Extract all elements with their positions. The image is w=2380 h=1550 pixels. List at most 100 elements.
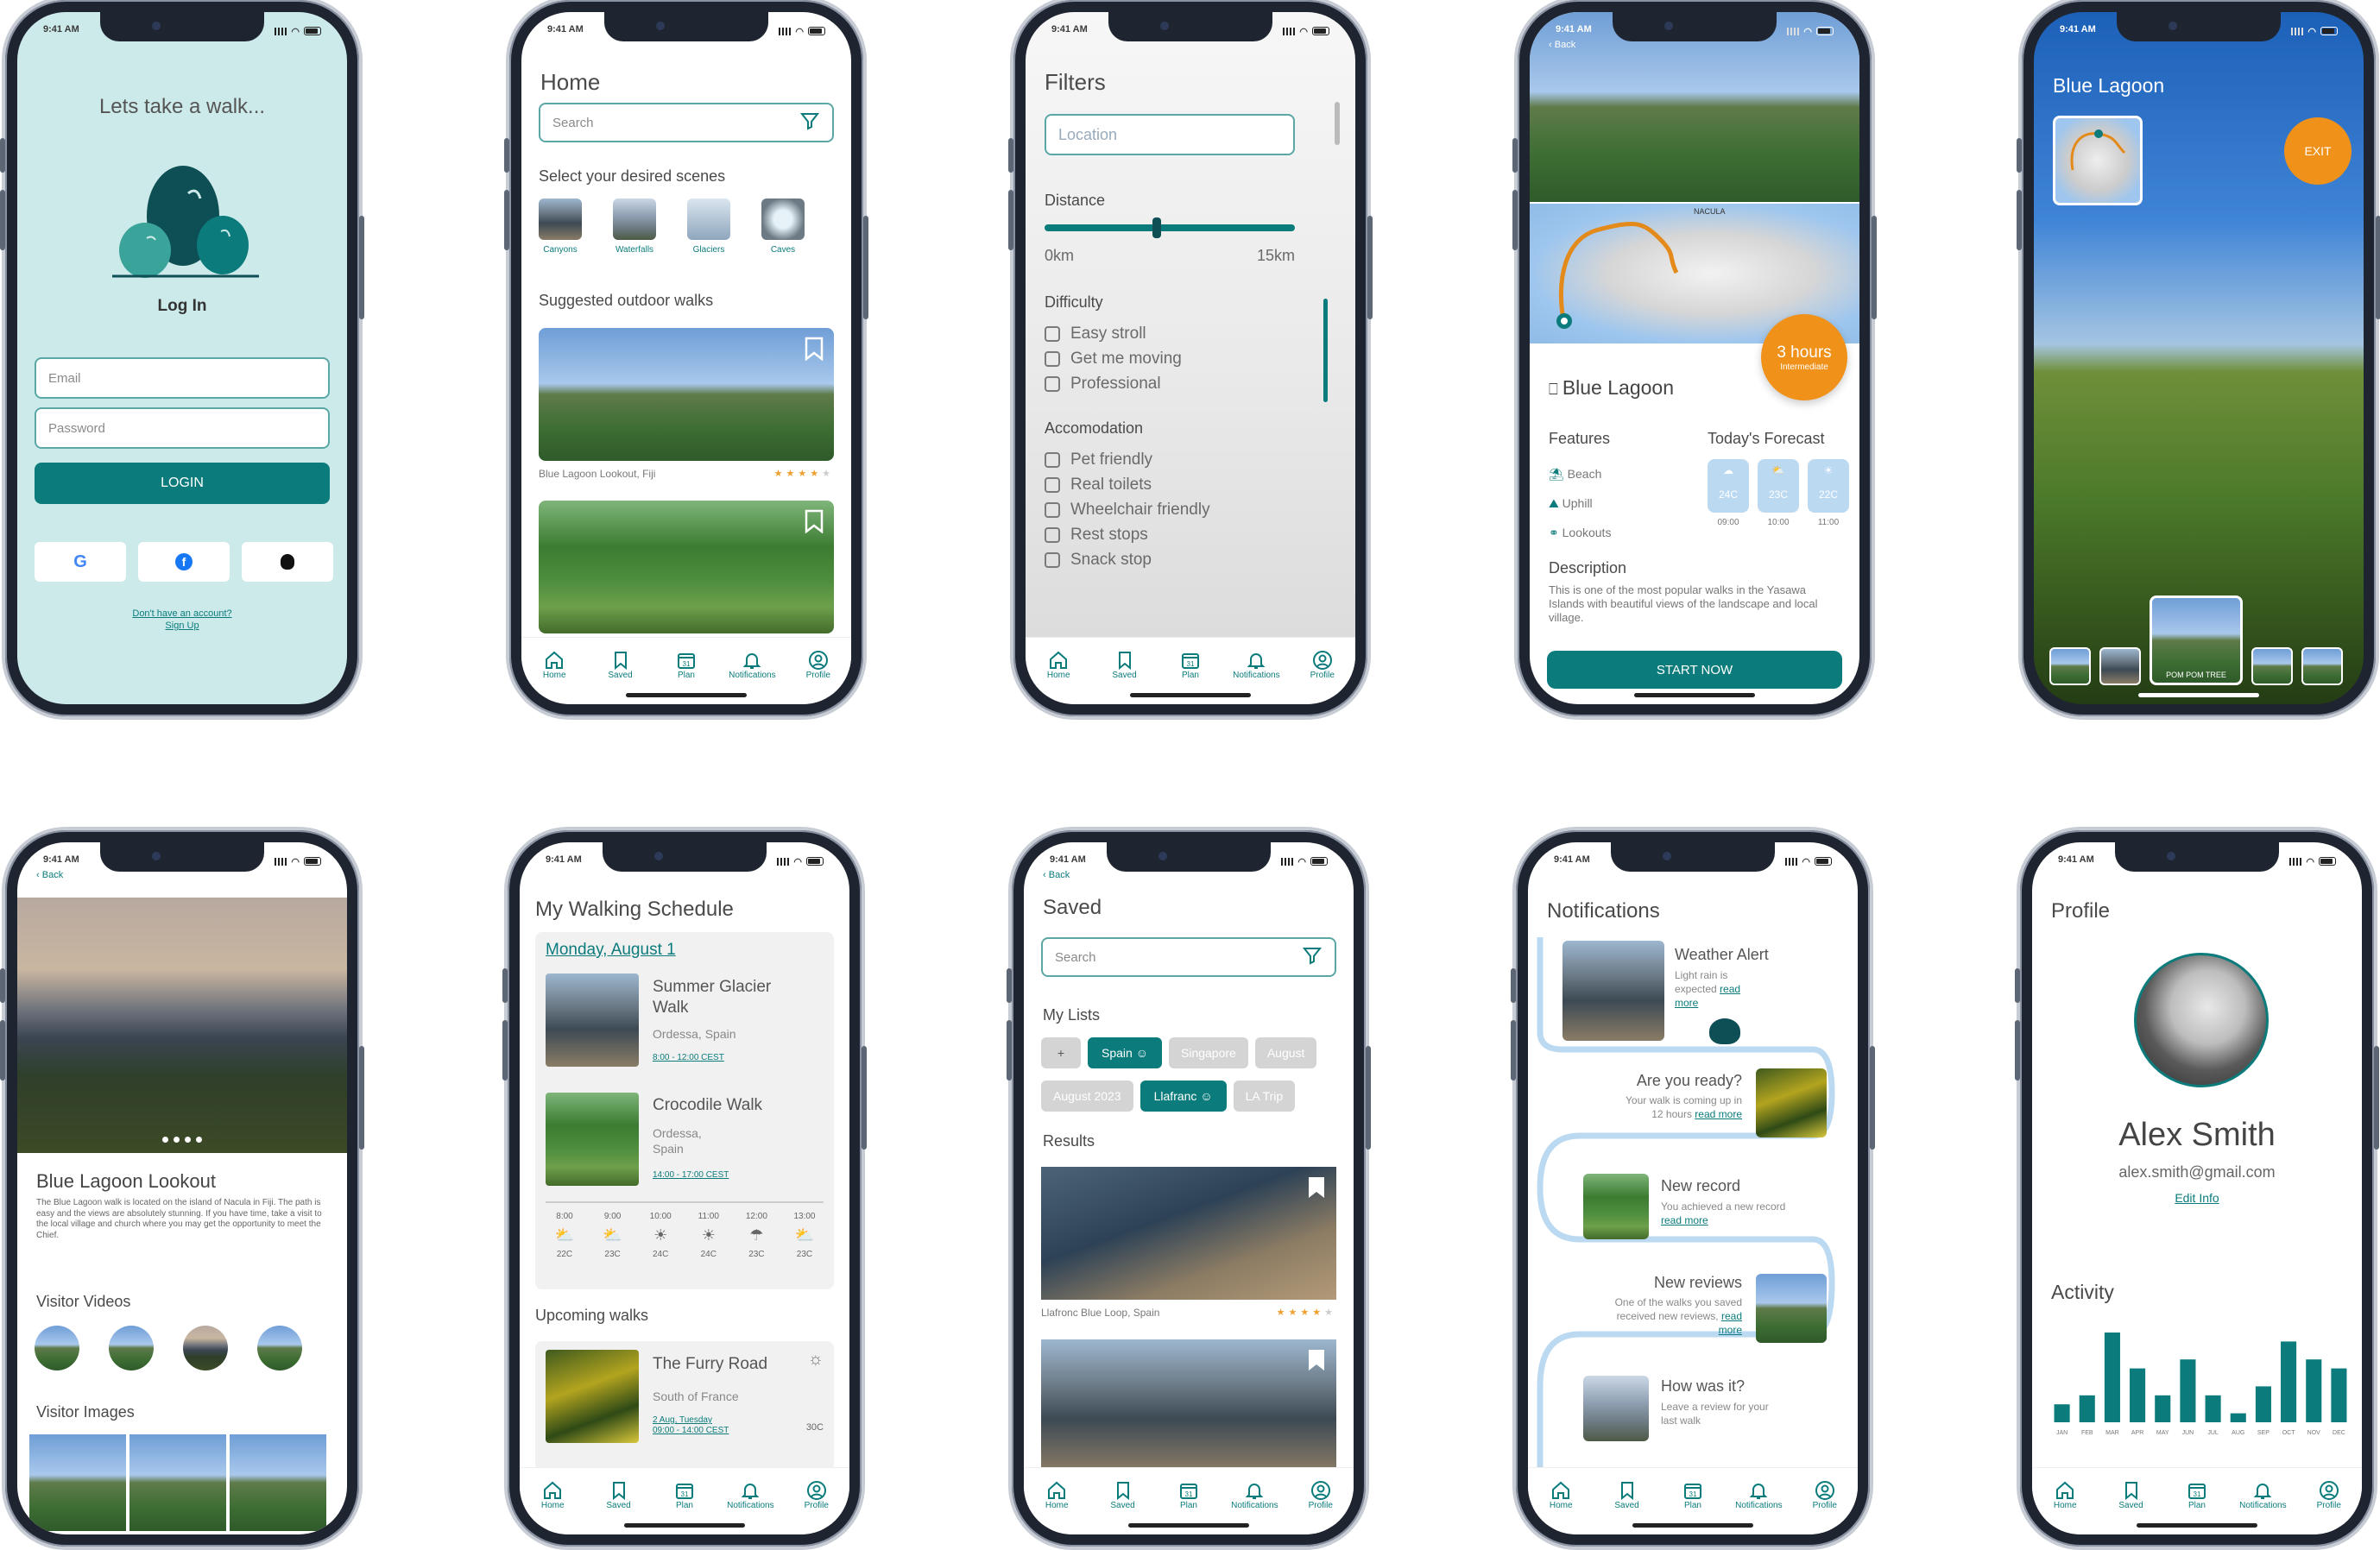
status-time: 9:41 AM bbox=[43, 24, 79, 35]
notification-item[interactable]: Are you ready? Your walk is coming up in… bbox=[1540, 1068, 1827, 1141]
list-chip[interactable]: Singapore bbox=[1169, 1037, 1248, 1068]
notification-image bbox=[1756, 1274, 1827, 1343]
home-icon bbox=[1048, 650, 1069, 671]
list-chip[interactable]: LA Trip bbox=[1233, 1081, 1296, 1112]
walk-image[interactable] bbox=[546, 1093, 639, 1186]
status-time: 9:41 AM bbox=[2060, 24, 2096, 35]
walk-time[interactable]: 09:00 - 14:00 CEST bbox=[653, 1426, 729, 1435]
notification-item[interactable]: Weather Alert Light rain is expected rea… bbox=[1562, 941, 1846, 1044]
result-image[interactable] bbox=[1041, 1167, 1336, 1300]
back-button[interactable]: ‹ Back bbox=[1549, 40, 1575, 50]
exit-button[interactable]: EXIT bbox=[2284, 117, 2352, 185]
checkbox-wheelchair[interactable]: Wheelchair friendly bbox=[1045, 497, 1210, 522]
tab-home[interactable]: Home bbox=[527, 1480, 578, 1534]
tab-profile[interactable]: Profile bbox=[792, 650, 844, 704]
facebook-button[interactable]: f bbox=[138, 542, 230, 582]
notification-item[interactable]: New record You achieved a new record rea… bbox=[1562, 1174, 1846, 1243]
checkbox-rest[interactable]: Rest stops bbox=[1045, 522, 1210, 547]
scroll-indicator[interactable] bbox=[1323, 299, 1328, 402]
scene-canyons[interactable]: Canyons bbox=[539, 198, 582, 255]
tab-profile[interactable]: Profile bbox=[791, 1480, 843, 1534]
tab-home[interactable]: Home bbox=[528, 650, 580, 704]
activity-month-label: JUN bbox=[2182, 1430, 2194, 1436]
list-chip[interactable]: August 2023 bbox=[1041, 1081, 1133, 1112]
google-button[interactable]: G bbox=[35, 542, 126, 582]
upcoming-card[interactable]: The Furry Road ☼ South of France 2 Aug, … bbox=[535, 1341, 834, 1471]
password-field[interactable]: Password bbox=[35, 407, 330, 449]
search-input[interactable]: Search bbox=[539, 103, 834, 142]
visitor-image[interactable] bbox=[129, 1434, 226, 1531]
activity-label: Activity bbox=[2051, 1281, 2114, 1303]
status-time: 9:41 AM bbox=[1051, 24, 1088, 35]
tab-profile[interactable]: Profile bbox=[1295, 1480, 1347, 1534]
scene-caves[interactable]: Caves bbox=[761, 198, 805, 255]
walk-date[interactable]: 2 Aug, Tuesday bbox=[653, 1415, 712, 1425]
visitor-image[interactable] bbox=[29, 1434, 126, 1531]
phone-notifications: 9:41 AM ◠ Notifications Weather Alert Lig… bbox=[1511, 830, 1875, 1547]
mini-map[interactable] bbox=[2053, 116, 2143, 205]
scrollbar[interactable] bbox=[1335, 102, 1340, 145]
tab-profile[interactable]: Profile bbox=[1297, 650, 1348, 704]
walk-time[interactable]: 14:00 - 17:00 CEST bbox=[653, 1170, 729, 1180]
apple-button[interactable] bbox=[242, 542, 333, 582]
location-input[interactable]: Location bbox=[1045, 114, 1295, 155]
visitor-image[interactable] bbox=[230, 1434, 326, 1531]
avatar[interactable] bbox=[2134, 953, 2269, 1087]
tab-home[interactable]: Home bbox=[1535, 1480, 1587, 1534]
poi-thumb[interactable] bbox=[2251, 647, 2293, 685]
poi-thumb[interactable] bbox=[2099, 647, 2141, 685]
sign-up-link[interactable]: Sign Up bbox=[17, 620, 347, 632]
tab-profile[interactable]: Profile bbox=[2303, 1480, 2355, 1534]
walk-image[interactable] bbox=[546, 1350, 639, 1443]
list-chip[interactable]: August bbox=[1254, 1037, 1317, 1068]
walk-card-image[interactable] bbox=[539, 328, 834, 461]
checkbox-easy[interactable]: Easy stroll bbox=[1045, 321, 1182, 346]
checkbox-pet[interactable]: Pet friendly bbox=[1045, 447, 1210, 472]
slider-handle[interactable] bbox=[1152, 217, 1161, 238]
poi-thumb[interactable] bbox=[2301, 647, 2343, 685]
svg-text:31: 31 bbox=[1689, 1490, 1697, 1498]
checkbox-professional[interactable]: Professional bbox=[1045, 371, 1182, 396]
email-field[interactable]: Email bbox=[35, 357, 330, 399]
notification-item[interactable]: New reviews One of the walks you saved r… bbox=[1540, 1270, 1827, 1357]
list-chip[interactable]: Llafranc ☺ bbox=[1139, 1081, 1227, 1112]
tab-home[interactable]: Home bbox=[2039, 1480, 2091, 1534]
back-button[interactable]: ‹ Back bbox=[36, 870, 63, 880]
schedule-date[interactable]: Monday, August 1 bbox=[546, 941, 676, 960]
walk-image[interactable] bbox=[546, 973, 639, 1067]
walk-card-image-2[interactable] bbox=[539, 501, 834, 633]
tab-home[interactable]: Home bbox=[1032, 650, 1084, 704]
tab-profile[interactable]: Profile bbox=[1799, 1480, 1851, 1534]
video-thumb[interactable] bbox=[35, 1326, 79, 1370]
home-icon bbox=[1550, 1480, 1571, 1501]
result-image-2[interactable] bbox=[1041, 1339, 1336, 1472]
filter-icon[interactable] bbox=[1302, 945, 1323, 969]
checkbox-toilets[interactable]: Real toilets bbox=[1045, 472, 1210, 497]
login-button[interactable]: LOGIN bbox=[35, 463, 330, 504]
video-thumb[interactable] bbox=[257, 1326, 302, 1370]
walk-caption: Blue Lagoon Lookout, Fiji bbox=[539, 468, 656, 480]
start-button[interactable]: START NOW bbox=[1547, 651, 1842, 689]
tab-home[interactable]: Home bbox=[1031, 1480, 1083, 1534]
carousel-dots[interactable] bbox=[17, 1137, 347, 1143]
walk-time[interactable]: 8:00 - 12:00 CEST bbox=[653, 1053, 724, 1062]
edit-info-link[interactable]: Edit Info bbox=[2032, 1191, 2362, 1205]
no-account-link[interactable]: Don't have an account? bbox=[17, 608, 347, 620]
list-chip[interactable]: Spain ☺ bbox=[1088, 1037, 1162, 1068]
video-thumb[interactable] bbox=[183, 1326, 228, 1370]
back-button[interactable]: ‹ Back bbox=[1043, 870, 1070, 880]
scene-glaciers[interactable]: Glaciers bbox=[687, 198, 730, 255]
poi-selected[interactable]: POM POM TREE bbox=[2150, 595, 2243, 685]
video-thumb[interactable] bbox=[109, 1326, 154, 1370]
bookmark-icon[interactable]: ⎕ bbox=[1549, 381, 1562, 398]
svg-text:NACULA: NACULA bbox=[1694, 207, 1726, 216]
checkbox-snack[interactable]: Snack stop bbox=[1045, 547, 1210, 572]
filter-icon[interactable] bbox=[799, 110, 820, 135]
distance-slider[interactable] bbox=[1045, 217, 1295, 238]
poi-thumb[interactable] bbox=[2049, 647, 2091, 685]
scene-waterfalls[interactable]: Waterfalls bbox=[613, 198, 656, 255]
add-list-button[interactable]: + bbox=[1041, 1037, 1081, 1068]
notification-item[interactable]: How was it? Leave a review for your last… bbox=[1562, 1376, 1846, 1445]
checkbox-moving[interactable]: Get me moving bbox=[1045, 346, 1182, 371]
search-input[interactable]: Search bbox=[1041, 937, 1336, 977]
